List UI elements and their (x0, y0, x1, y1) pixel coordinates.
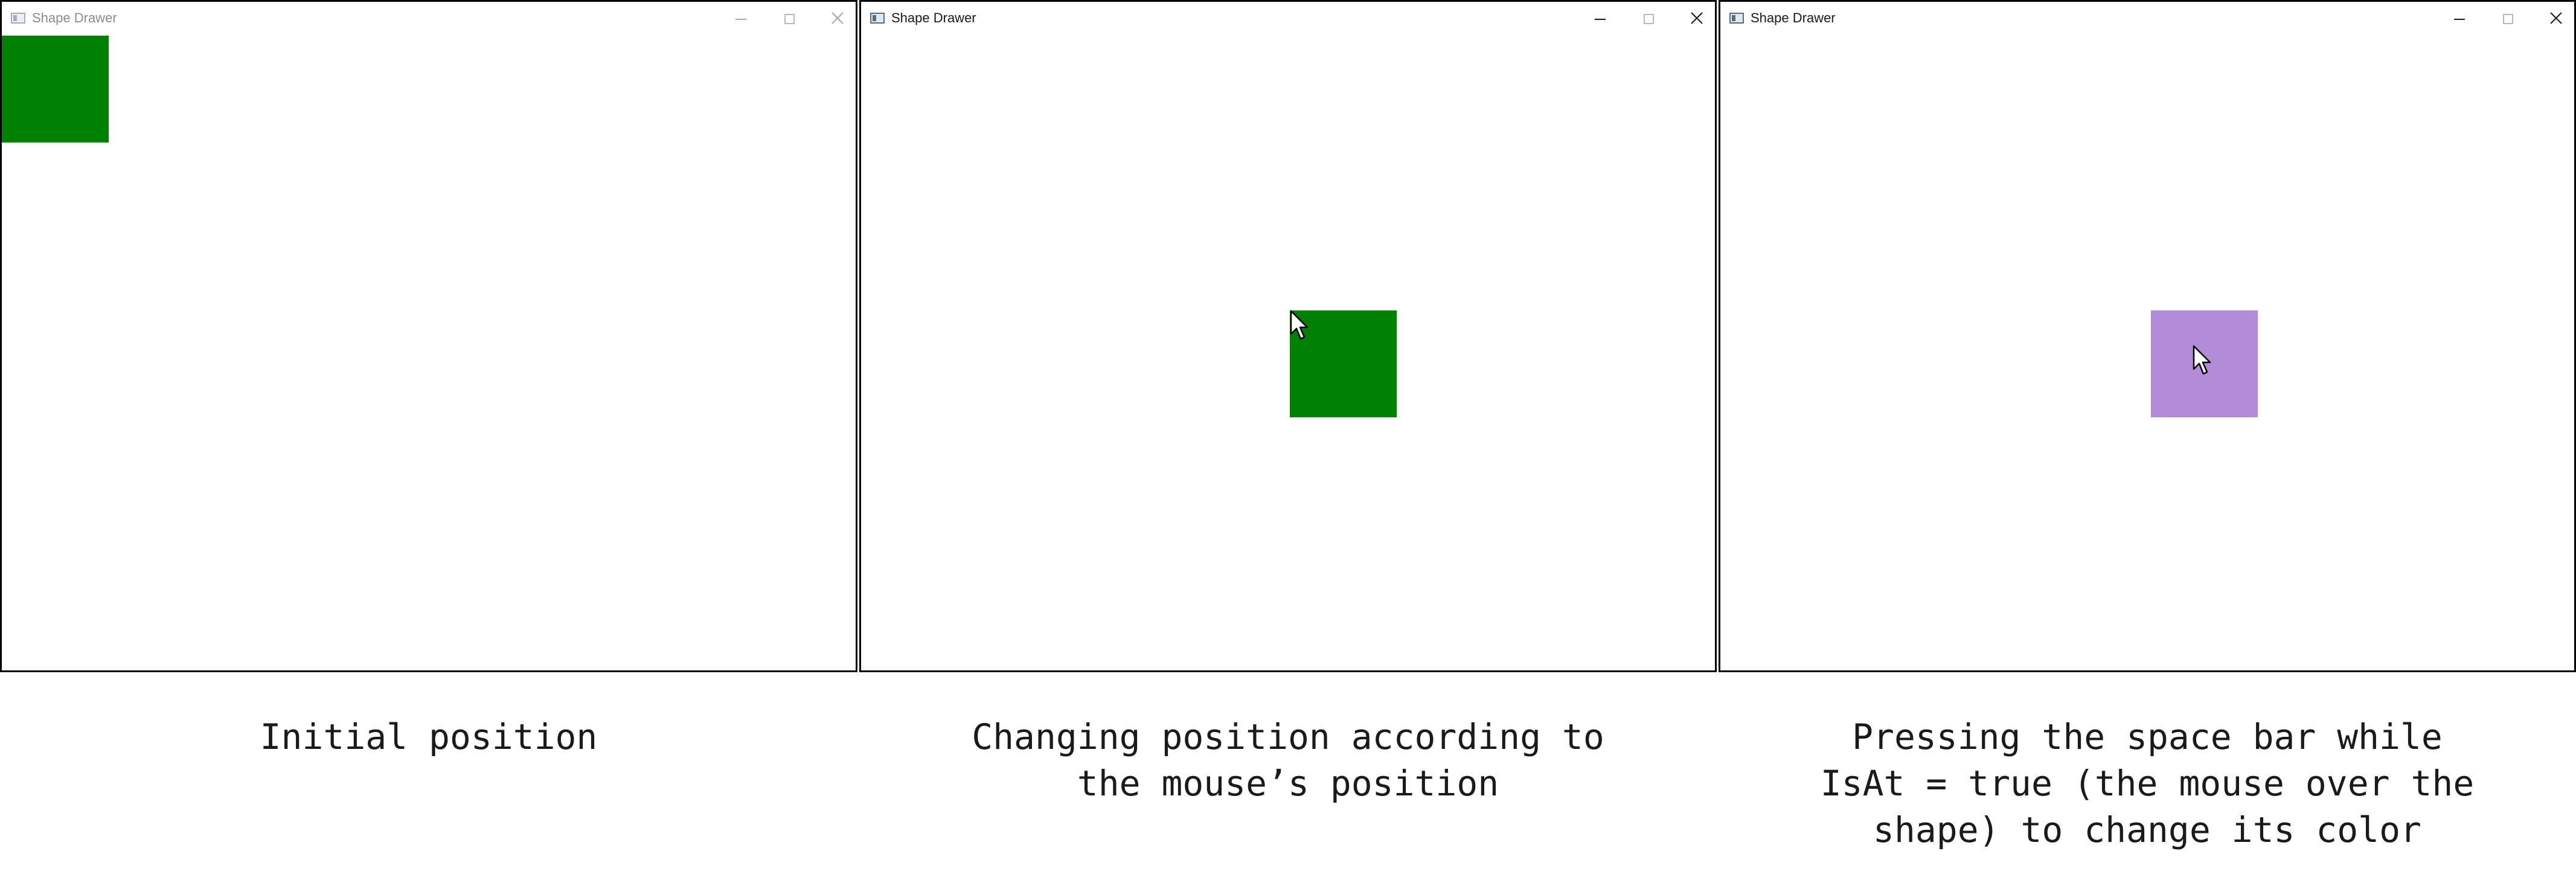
maximize-icon (2503, 14, 2513, 24)
minimize-icon (2454, 19, 2465, 20)
window-title: Shape Drawer (891, 10, 976, 25)
shape-drawer-window: Shape Drawer (0, 0, 857, 672)
mouse-pointer-icon (2193, 345, 2211, 375)
minimize-button[interactable] (722, 5, 758, 30)
window-title: Shape Drawer (1751, 10, 1836, 25)
app-window-icon (1729, 13, 1744, 24)
maximize-icon (1644, 14, 1654, 24)
minimize-button[interactable] (2441, 5, 2477, 30)
maximize-icon (784, 14, 795, 24)
maximize-button[interactable] (771, 5, 807, 30)
window-titlebar[interactable]: Shape Drawer (2, 2, 856, 34)
panel-caption: Pressing the space bar while IsAt = true… (1820, 716, 2475, 850)
panel-caption: Changing position according to the mouse… (972, 716, 1604, 804)
maximize-button[interactable] (2489, 5, 2525, 30)
panel-initial-position: Shape Drawer Initial position (0, 0, 857, 886)
app-window-icon (870, 13, 885, 24)
close-button[interactable] (2537, 5, 2574, 30)
panel-changing-position: Shape Drawer Changing position according… (859, 0, 1717, 886)
mouse-pointer-icon (1290, 310, 1309, 340)
maximize-button[interactable] (1630, 5, 1666, 30)
window-title: Shape Drawer (32, 10, 117, 25)
close-icon (831, 12, 844, 24)
window-titlebar[interactable]: Shape Drawer (861, 2, 1715, 34)
minimize-icon (735, 19, 746, 20)
shape-drawer-window: Shape Drawer (859, 0, 1717, 672)
drawing-canvas[interactable] (1720, 34, 2574, 670)
window-titlebar[interactable]: Shape Drawer (1720, 2, 2574, 34)
drawing-canvas[interactable] (2, 34, 856, 670)
close-icon (2550, 12, 2562, 24)
close-button[interactable] (819, 5, 855, 30)
minimize-icon (1595, 19, 1606, 20)
panel-color-change: Shape Drawer Pressing the space bar whil… (1719, 0, 2576, 886)
drawn-shape[interactable] (2, 36, 109, 143)
app-window-icon (11, 13, 25, 24)
close-button[interactable] (1678, 5, 1714, 30)
panel-caption: Initial position (260, 716, 598, 757)
shape-drawer-window: Shape Drawer (1719, 0, 2576, 672)
minimize-button[interactable] (1581, 5, 1618, 30)
drawing-canvas[interactable] (861, 34, 1715, 670)
close-icon (1691, 12, 1703, 24)
